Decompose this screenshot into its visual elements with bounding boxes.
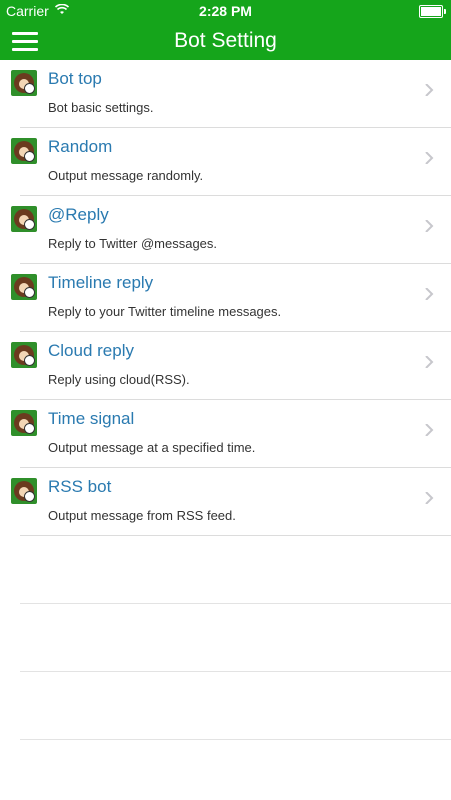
chevron-right-icon [425, 288, 434, 300]
chevron-right-icon [425, 220, 434, 232]
list-item-time-signal[interactable]: Time signal Output message at a specifie… [11, 400, 451, 468]
nav-bar: Bot Setting [0, 22, 451, 60]
list-item-reply[interactable]: @Reply Reply to Twitter @messages. [11, 196, 451, 264]
timeline-reply-icon [11, 274, 37, 300]
list-item-cloud-reply[interactable]: Cloud reply Reply using cloud(RSS). [11, 332, 451, 400]
page-title: Bot Setting [174, 29, 277, 52]
list-item-title: Cloud reply [48, 341, 134, 360]
chevron-right-icon [425, 152, 434, 164]
rss-bot-icon [11, 478, 37, 504]
list-item-rss-bot[interactable]: RSS bot Output message from RSS feed. [11, 468, 451, 536]
list-item-random[interactable]: Random Output message randomly. [11, 128, 451, 196]
list-item-subtitle: Reply to your Twitter timeline messages. [48, 304, 282, 319]
list-item-bot-top[interactable]: Bot top Bot basic settings. [11, 60, 451, 128]
empty-row [20, 604, 451, 672]
reply-icon [11, 206, 37, 232]
chevron-right-icon [425, 492, 434, 504]
list-item-title: Random [48, 137, 113, 156]
list-item-subtitle: Output message at a specified time. [48, 440, 256, 455]
chevron-right-icon [425, 424, 434, 436]
cloud-reply-icon [11, 342, 37, 368]
battery-icon [419, 5, 446, 18]
empty-row [20, 672, 451, 740]
list-item-title: @Reply [48, 205, 109, 224]
status-bar: Carrier 2:28 PM [0, 0, 451, 22]
list-item-subtitle: Bot basic settings. [48, 100, 154, 115]
random-icon [11, 138, 37, 164]
chevron-right-icon [425, 356, 434, 368]
bot-top-icon [11, 70, 37, 96]
top-bar: Carrier 2:28 PM Bot Setting [0, 0, 451, 60]
list-item-subtitle: Output message from RSS feed. [48, 508, 236, 523]
list-item-title: Time signal [48, 409, 135, 428]
list-item-title: Timeline reply [48, 273, 154, 292]
empty-row [20, 536, 451, 604]
status-time: 2:28 PM [199, 3, 252, 19]
list-item-subtitle: Output message randomly. [48, 168, 204, 183]
settings-list: Bot top Bot basic settings. Random Outpu… [0, 60, 451, 740]
time-signal-icon [11, 410, 37, 436]
list-item-title: Bot top [48, 69, 102, 88]
chevron-right-icon [425, 84, 434, 96]
list-item-title: RSS bot [48, 477, 112, 496]
list-item-timeline-reply[interactable]: Timeline reply Reply to your Twitter tim… [11, 264, 451, 332]
list-item-subtitle: Reply to Twitter @messages. [48, 236, 218, 251]
list-item-subtitle: Reply using cloud(RSS). [48, 372, 190, 387]
